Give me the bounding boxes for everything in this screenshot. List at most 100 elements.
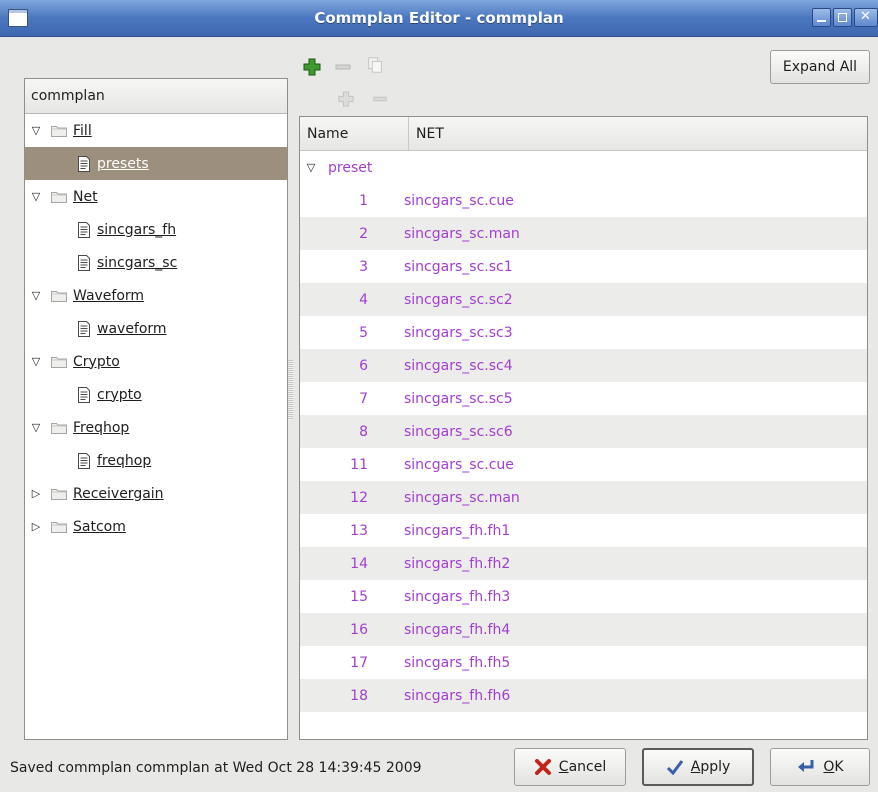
table-row[interactable]: 16 sincgars_fh.fh4 [300,613,867,646]
table-body: 1 sincgars_sc.cue 2 sincgars_sc.man 3 sincgar… [300,184,867,712]
column-header-name[interactable]: Name [300,117,409,150]
cell-net: sincgars_sc.sc1 [404,258,513,275]
tree-item-freqhop[interactable]: freqhop [25,444,287,477]
table-row[interactable]: 15 sincgars_fh.fh3 [300,580,867,613]
tree-item-sincgars_sc[interactable]: sincgars_sc [25,246,287,279]
table-header: Name NET [300,117,867,151]
tree-item-waveform[interactable]: ▽ Waveform [25,279,287,312]
expander-open-icon[interactable]: ▽ [29,355,43,368]
tree-item-freqhop[interactable]: ▽ Freqhop [25,411,287,444]
cell-net: sincgars_sc.cue [404,456,514,473]
cancel-button[interactable]: Cancel [514,748,626,786]
cell-net: sincgars_sc.sc5 [404,390,513,407]
cell-net: sincgars_sc.sc4 [404,357,513,374]
expander-closed-icon[interactable]: ▷ [29,487,43,500]
expand-all-button[interactable]: Expand All [770,50,870,84]
cell-net: sincgars_fh.fh6 [404,687,511,704]
cell-name: 18 [350,687,368,704]
table-row[interactable]: 11 sincgars_sc.cue [300,448,867,481]
cell-name: 12 [350,489,368,506]
tree-item-crypto[interactable]: ▽ Crypto [25,345,287,378]
folder-icon [51,423,67,434]
window-title: Commplan Editor - commplan [314,9,564,27]
cell-net: sincgars_sc.sc6 [404,423,513,440]
expander-open-icon[interactable]: ▽ [29,190,43,203]
tree-item-crypto[interactable]: crypto [25,378,287,411]
folder-icon [51,192,67,203]
tree-item-fill[interactable]: ▽ Fill [25,114,287,147]
document-icon [78,386,90,403]
table-row[interactable]: 14 sincgars_fh.fh2 [300,547,867,580]
tree-item-net[interactable]: ▽ Net [25,180,287,213]
tree-item-label: Crypto [73,353,120,370]
tree-item-label: Waveform [73,287,145,304]
table-row[interactable]: 4 sincgars_sc.sc2 [300,283,867,316]
tree-item-sincgars_fh[interactable]: sincgars_fh [25,213,287,246]
expander-closed-icon[interactable]: ▷ [29,520,43,533]
document-icon [78,221,90,238]
table-row[interactable]: 18 sincgars_fh.fh6 [300,679,867,712]
ok-label: OK [823,759,844,775]
expander-open-icon[interactable]: ▽ [29,421,43,434]
cell-name: 15 [350,588,368,605]
apply-button[interactable]: Apply [642,748,754,786]
tree-item-label: crypto [97,386,142,403]
table-row[interactable]: 2 sincgars_sc.man [300,217,867,250]
tree-item-presets[interactable]: presets [25,147,287,180]
cell-net: sincgars_sc.sc2 [404,291,513,308]
table-row[interactable]: 1 sincgars_sc.cue [300,184,867,217]
remove-child-icon[interactable] [372,91,388,107]
cell-net: sincgars_sc.man [404,225,520,242]
cell-net: sincgars_sc.cue [404,192,514,209]
cell-net: sincgars_fh.fh5 [404,654,511,671]
expander-open-icon[interactable]: ▽ [29,289,43,302]
tree-item-label: Receivergain [73,485,164,502]
checkmark-icon [666,760,683,775]
status-message: Saved commplan commplan at Wed Oct 28 14… [10,760,422,776]
group-label: preset [328,159,373,176]
column-header-net[interactable]: NET [409,117,867,150]
ok-button[interactable]: OK [770,748,870,786]
close-button[interactable] [854,8,878,27]
expander-open-icon[interactable]: ▽ [29,124,43,137]
tree-item-satcom[interactable]: ▷ Satcom [25,510,287,543]
document-icon [78,320,90,337]
cell-net: sincgars_sc.sc3 [404,324,513,341]
table-row[interactable]: 17 sincgars_fh.fh5 [300,646,867,679]
folder-icon [51,357,67,368]
document-icon [78,155,90,172]
tree-item-waveform[interactable]: waveform [25,312,287,345]
remove-icon[interactable] [334,58,352,76]
table-row[interactable]: 8 sincgars_sc.sc6 [300,415,867,448]
maximize-button[interactable] [833,8,852,27]
table-row[interactable]: 13 sincgars_fh.fh1 [300,514,867,547]
table-row[interactable]: 12 sincgars_sc.man [300,481,867,514]
expand-all-label: Expand All [782,59,858,75]
cell-name: 16 [350,621,368,638]
add-icon[interactable] [303,58,321,76]
tree-item-label: Net [73,188,98,205]
table-panel: Name NET ▽ preset 1 sincgars_sc.cue 2 sincg… [299,116,868,740]
add-child-icon[interactable] [338,91,354,107]
cell-name: 3 [359,258,368,275]
table-row[interactable]: 6 sincgars_sc.sc4 [300,349,867,382]
cell-name: 8 [359,423,368,440]
pane-splitter[interactable] [288,360,293,420]
tree-item-receivergain[interactable]: ▷ Receivergain [25,477,287,510]
copy-icon[interactable] [366,56,384,74]
minimize-button[interactable] [812,8,831,27]
tree-panel: commplan ▽ Fill presets ▽ Net sincgars_fh sinc… [24,78,288,740]
column-name-label: Name [307,125,349,142]
cell-name: 17 [350,654,368,671]
table-row[interactable]: 7 sincgars_sc.sc5 [300,382,867,415]
cell-name: 5 [359,324,368,341]
cell-name: 2 [359,225,368,242]
tree-header[interactable]: commplan [25,79,287,114]
document-icon [78,254,90,271]
cell-name: 11 [350,456,368,473]
tree-header-label: commplan [31,88,105,104]
expander-open-icon[interactable]: ▽ [304,161,318,174]
table-row[interactable]: 3 sincgars_sc.sc1 [300,250,867,283]
group-row[interactable]: ▽ preset [300,151,867,184]
table-row[interactable]: 5 sincgars_sc.sc3 [300,316,867,349]
